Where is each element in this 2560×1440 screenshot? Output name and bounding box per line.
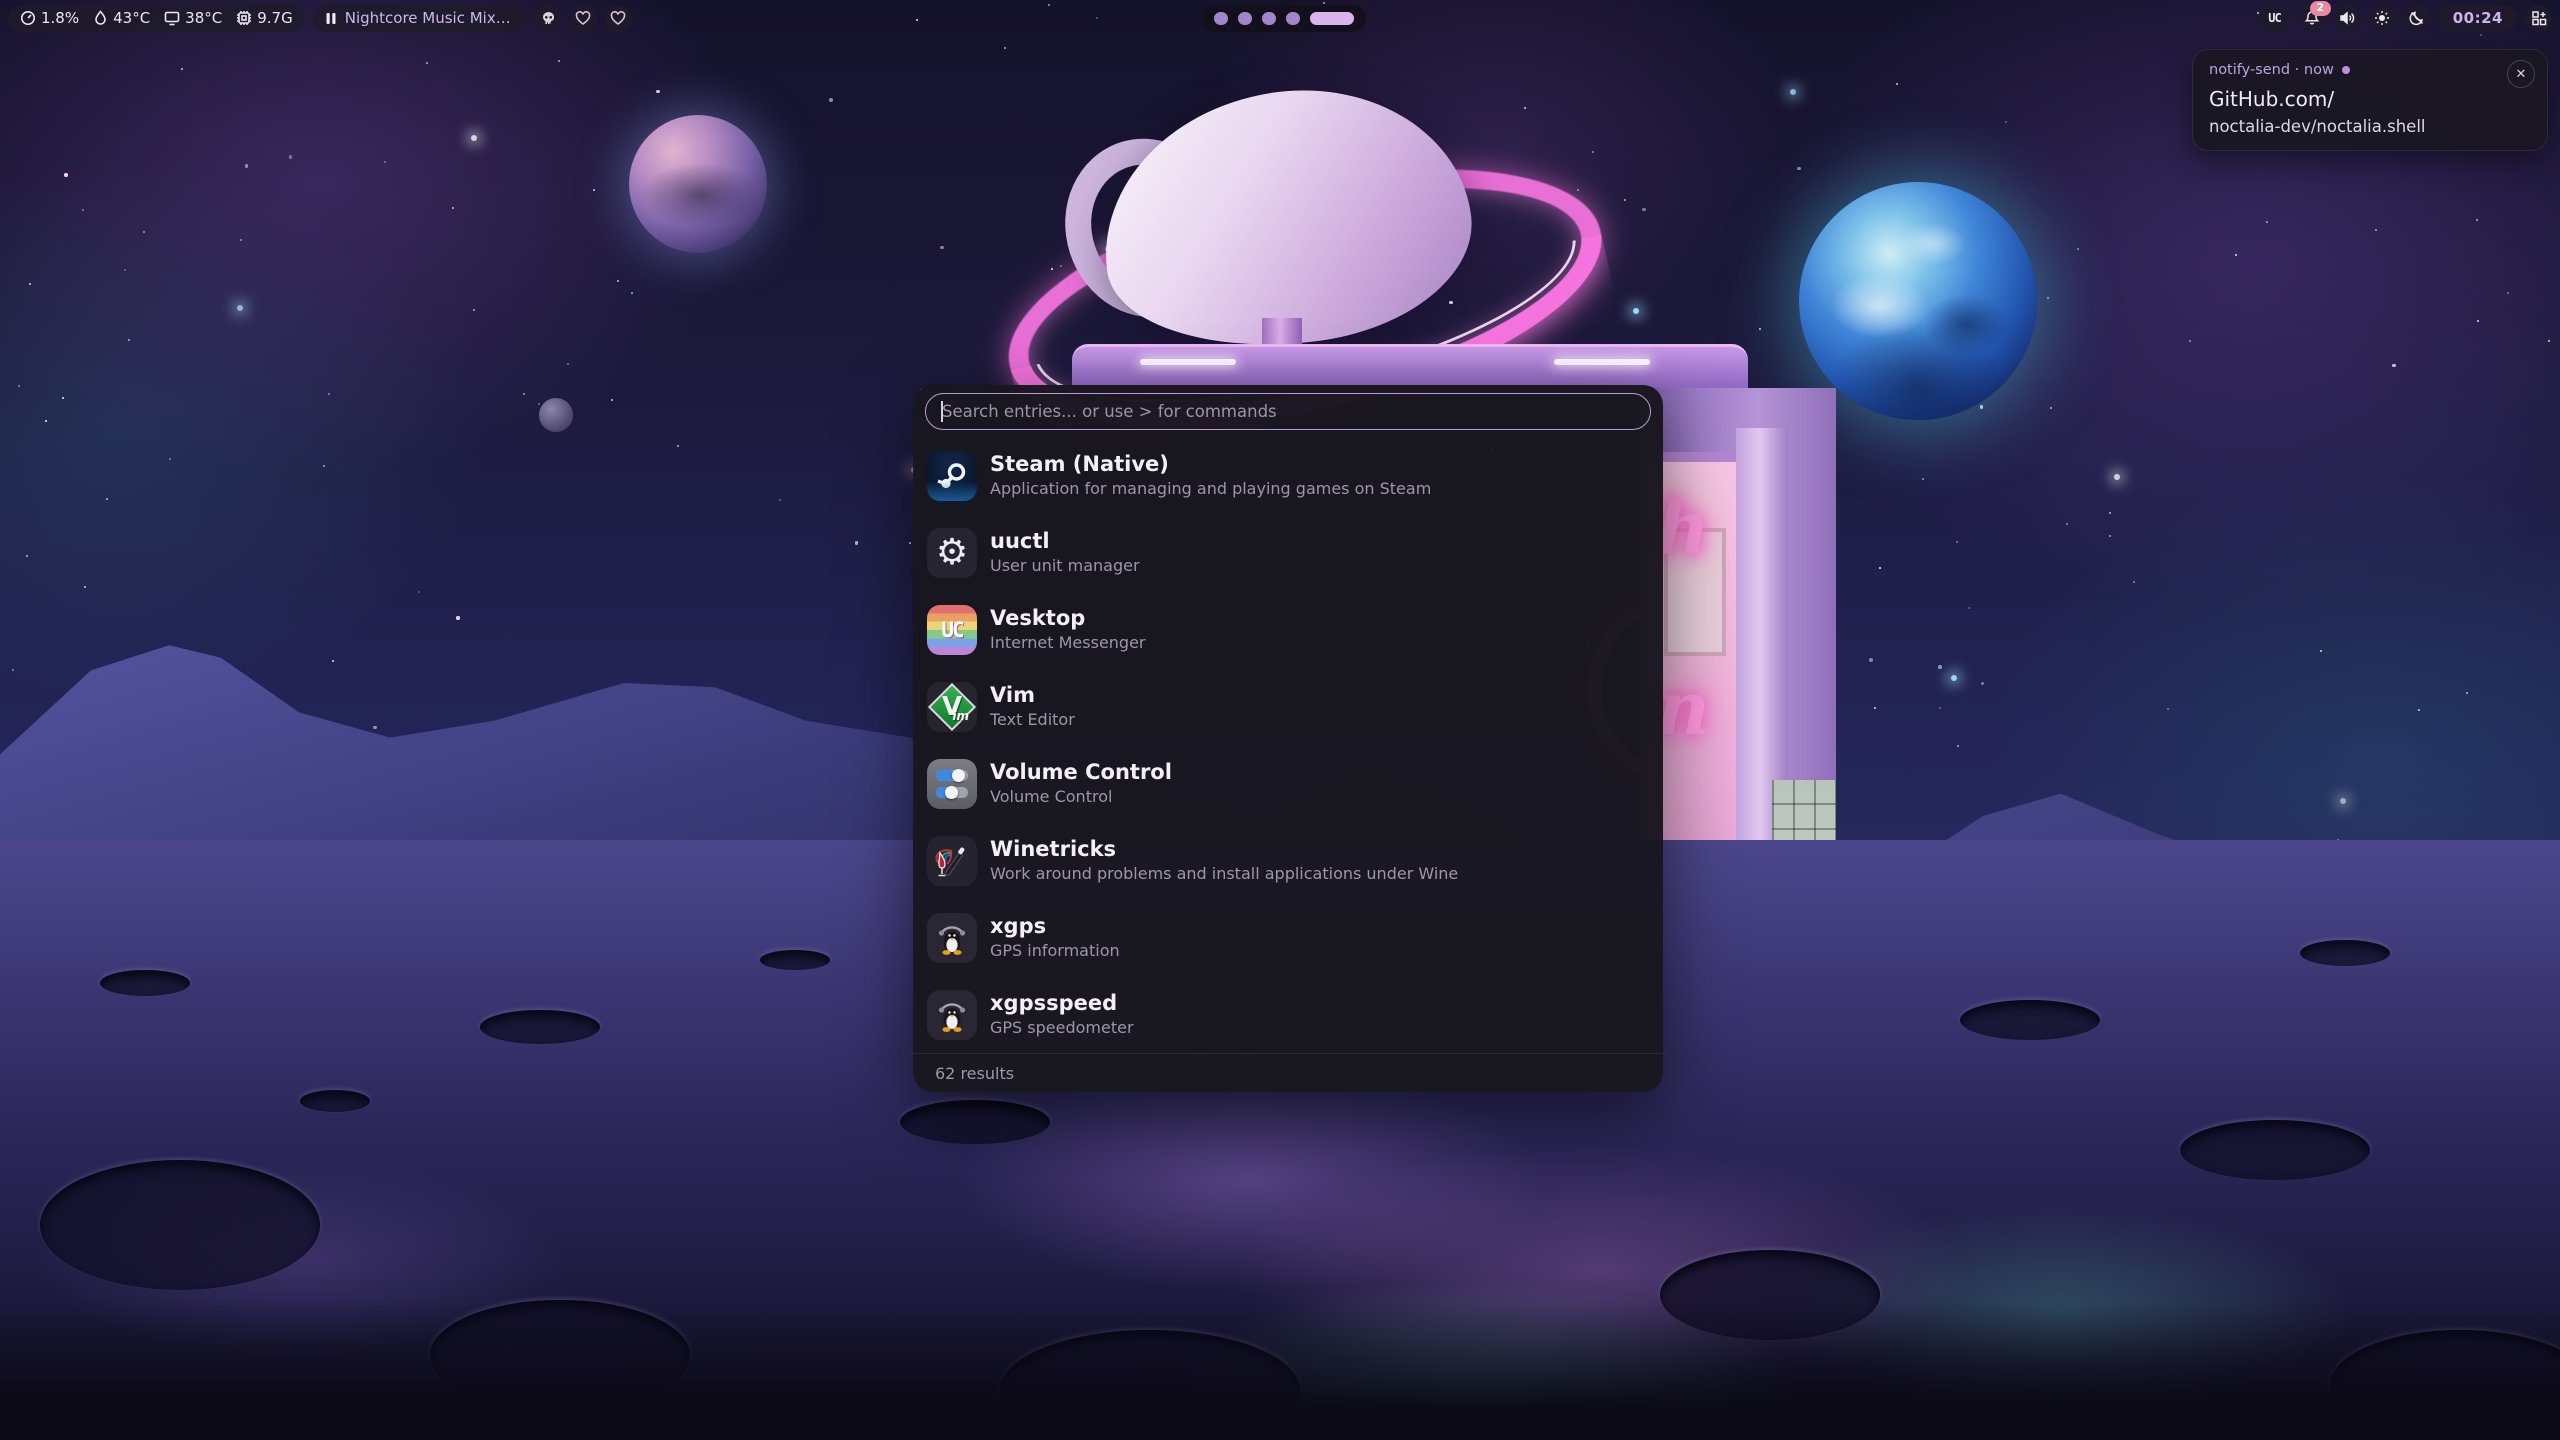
- workspace-dot-2[interactable]: [1238, 12, 1252, 25]
- cpu-gauge-icon: [20, 10, 36, 26]
- tux-app-icon: [927, 990, 977, 1040]
- vim-app-icon: Vim: [927, 682, 977, 732]
- crater: [1960, 1000, 2100, 1040]
- gear-app-icon: ⚙: [927, 528, 977, 578]
- night-mode-off-button[interactable]: [2404, 5, 2431, 32]
- close-icon[interactable]: ✕: [2507, 60, 2535, 88]
- gpu-monitor-icon: [164, 10, 180, 26]
- temperature-flame-icon: [93, 10, 108, 26]
- crater: [300, 1090, 370, 1112]
- app-launcher: Steam (Native) Application for managing …: [913, 385, 1663, 1092]
- results-footer: 62 results: [913, 1053, 1663, 1092]
- crater: [900, 1100, 1050, 1144]
- winetricks-app-icon: [927, 836, 977, 886]
- list-item-vim[interactable]: Vim Vim Text Editor: [913, 668, 1663, 745]
- cpu-temp: 43°C: [113, 9, 150, 27]
- list-item-winetricks[interactable]: Winetricks Work around problems and inst…: [913, 822, 1663, 899]
- workspace-dot-4[interactable]: [1286, 12, 1300, 25]
- earth-planet: [1799, 182, 2037, 420]
- crater: [760, 950, 830, 970]
- crater: [100, 970, 190, 996]
- notification-body: noctalia-dev/noctalia.shell: [2209, 117, 2531, 136]
- results-count: 62 results: [935, 1064, 1014, 1083]
- tux-app-icon: [927, 913, 977, 963]
- volume-button[interactable]: [2334, 5, 2361, 32]
- search-input[interactable]: [925, 393, 1651, 430]
- tray-skull-icon[interactable]: [535, 5, 562, 32]
- cpu-usage: 1.8%: [41, 9, 79, 27]
- steam-app-icon: [927, 451, 977, 501]
- workspace-switcher[interactable]: [1202, 5, 1366, 32]
- crater: [480, 1010, 600, 1044]
- list-item-steam[interactable]: Steam (Native) Application for managing …: [913, 437, 1663, 514]
- brightness-button[interactable]: [2369, 5, 2396, 32]
- clock[interactable]: 00:24: [2439, 5, 2517, 32]
- media-track-title: Nightcore Music Mix 20...: [345, 9, 515, 27]
- top-bar: 1.8% 43°C 38°C 9.7G Nightcore Music Mix …: [0, 0, 2560, 36]
- gpu-temp: 38°C: [185, 9, 222, 27]
- notification-title: GitHub.com/: [2209, 87, 2531, 111]
- unread-dot: [2342, 66, 2350, 74]
- neon-sign-letter: h: [1656, 492, 1710, 566]
- tray-heart-icon[interactable]: [605, 5, 632, 32]
- small-moon: [539, 398, 573, 432]
- tray-vesktop-icon[interactable]: UC: [2258, 5, 2290, 32]
- crater: [2300, 940, 2390, 966]
- workspace-active-5[interactable]: [1310, 12, 1354, 25]
- neon-tube: [1554, 359, 1650, 365]
- notifications-bell-button[interactable]: 2: [2299, 5, 2326, 32]
- foreground-shadow: [0, 1300, 2560, 1440]
- crater: [2180, 1120, 2370, 1180]
- list-item-uuctl[interactable]: ⚙ uuctl User unit manager: [913, 514, 1663, 591]
- widgets-button[interactable]: [2525, 5, 2552, 32]
- vesktop-app-icon: UC: [927, 605, 977, 655]
- workspace-dot-3[interactable]: [1262, 12, 1276, 25]
- notification-badge: 2: [2310, 1, 2331, 16]
- media-player-pill[interactable]: Nightcore Music Mix 20...: [313, 5, 527, 32]
- results-list: Steam (Native) Application for managing …: [913, 437, 1663, 1053]
- list-item-xgpsspeed[interactable]: xgpsspeed GPS speedometer: [913, 976, 1663, 1053]
- list-item-vesktop[interactable]: UC Vesktop Internet Messenger: [913, 591, 1663, 668]
- purple-planet: [629, 115, 767, 253]
- crater: [40, 1160, 320, 1290]
- workspace-dot-1[interactable]: [1214, 12, 1228, 25]
- neon-sign-letter: n: [1656, 672, 1710, 746]
- notification-source: notify-send · now: [2209, 62, 2334, 78]
- neon-tube: [1140, 359, 1236, 365]
- system-stats-pill[interactable]: 1.8% 43°C 38°C 9.7G: [8, 5, 305, 32]
- list-item-xgps[interactable]: xgps GPS information: [913, 899, 1663, 976]
- text-caret: [941, 401, 943, 422]
- pause-icon: [325, 12, 337, 25]
- list-item-volume-control[interactable]: Volume Control Volume Control: [913, 745, 1663, 822]
- notification-card[interactable]: notify-send · now ✕ GitHub.com/ noctalia…: [2192, 49, 2548, 151]
- memory-chip-icon: [236, 10, 252, 26]
- memory-usage: 9.7G: [257, 9, 292, 27]
- tray-heart-icon[interactable]: [570, 5, 597, 32]
- search-field-wrap: [925, 393, 1651, 430]
- volume-control-app-icon: [927, 759, 977, 809]
- desktop: h n ns: [0, 0, 2560, 1440]
